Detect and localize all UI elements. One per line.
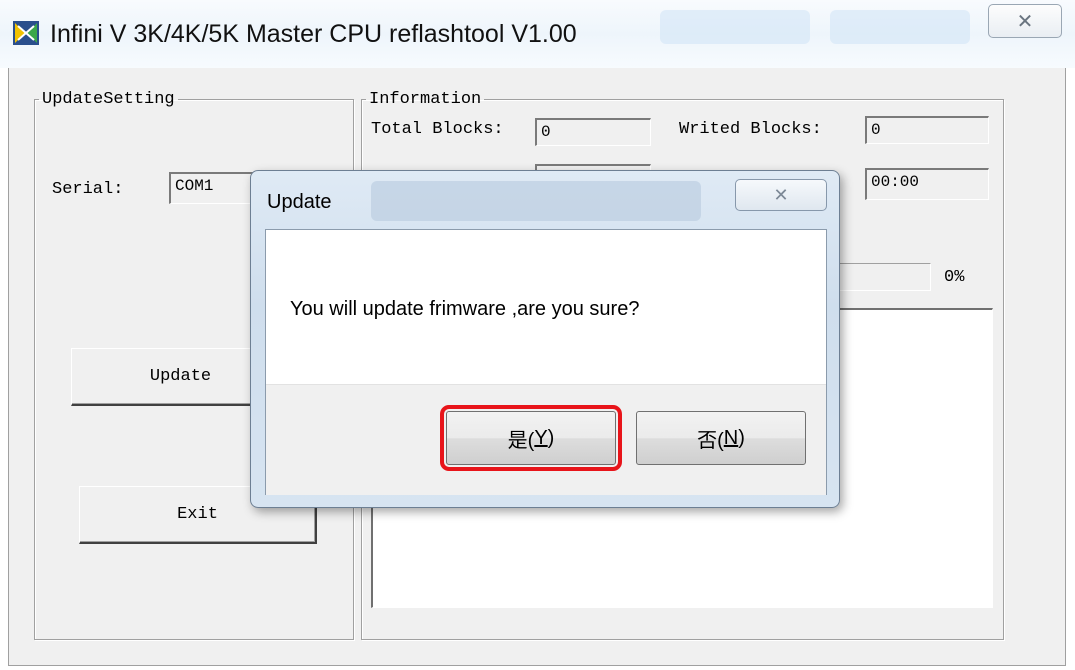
close-icon: ✕	[1016, 10, 1034, 33]
yes-button-label-end: )	[547, 426, 555, 449]
information-legend: Information	[369, 90, 482, 109]
no-button-label-end: )	[738, 426, 745, 449]
dialog-body: You will update frimware ,are you sure? …	[265, 229, 827, 495]
dialog-title: Update	[267, 191, 332, 213]
close-icon: ✕	[773, 184, 789, 205]
yes-button-label: 是(	[507, 429, 535, 452]
dialog-footer: 是(Y) 否(N)	[266, 384, 826, 495]
dialog-message: You will update frimware ,are you sure?	[290, 298, 640, 320]
remaining-time-field: 00:00	[865, 168, 989, 200]
update-setting-legend: UpdateSetting	[42, 90, 175, 109]
yes-button[interactable]: 是(Y)	[440, 405, 622, 471]
titlebar-glare	[830, 10, 970, 44]
yes-button-hotkey: Y	[534, 426, 548, 449]
window-title: Infini V 3K/4K/5K Master CPU reflashtool…	[50, 20, 577, 48]
dialog-close-button[interactable]: ✕	[735, 179, 827, 211]
dialog-glare	[371, 181, 701, 221]
writed-blocks-field: 0	[865, 116, 989, 144]
no-button-hotkey: N	[723, 426, 739, 449]
no-button[interactable]: 否(N)	[636, 411, 806, 465]
update-dialog: Update ✕ You will update frimware ,are y…	[250, 170, 840, 508]
writed-blocks-label: Writed Blocks:	[679, 120, 822, 139]
serial-label: Serial:	[52, 180, 124, 199]
progress-percent: 0%	[944, 268, 965, 287]
window-close-button[interactable]: ✕	[988, 4, 1062, 38]
titlebar-glare	[660, 10, 810, 44]
no-button-label: 否(	[697, 429, 724, 452]
progress-bar	[831, 263, 931, 291]
total-blocks-label: Total Blocks:	[371, 120, 504, 139]
title-bar: Infini V 3K/4K/5K Master CPU reflashtool…	[0, 0, 1075, 68]
app-icon	[13, 21, 39, 45]
total-blocks-field: 0	[535, 118, 651, 146]
